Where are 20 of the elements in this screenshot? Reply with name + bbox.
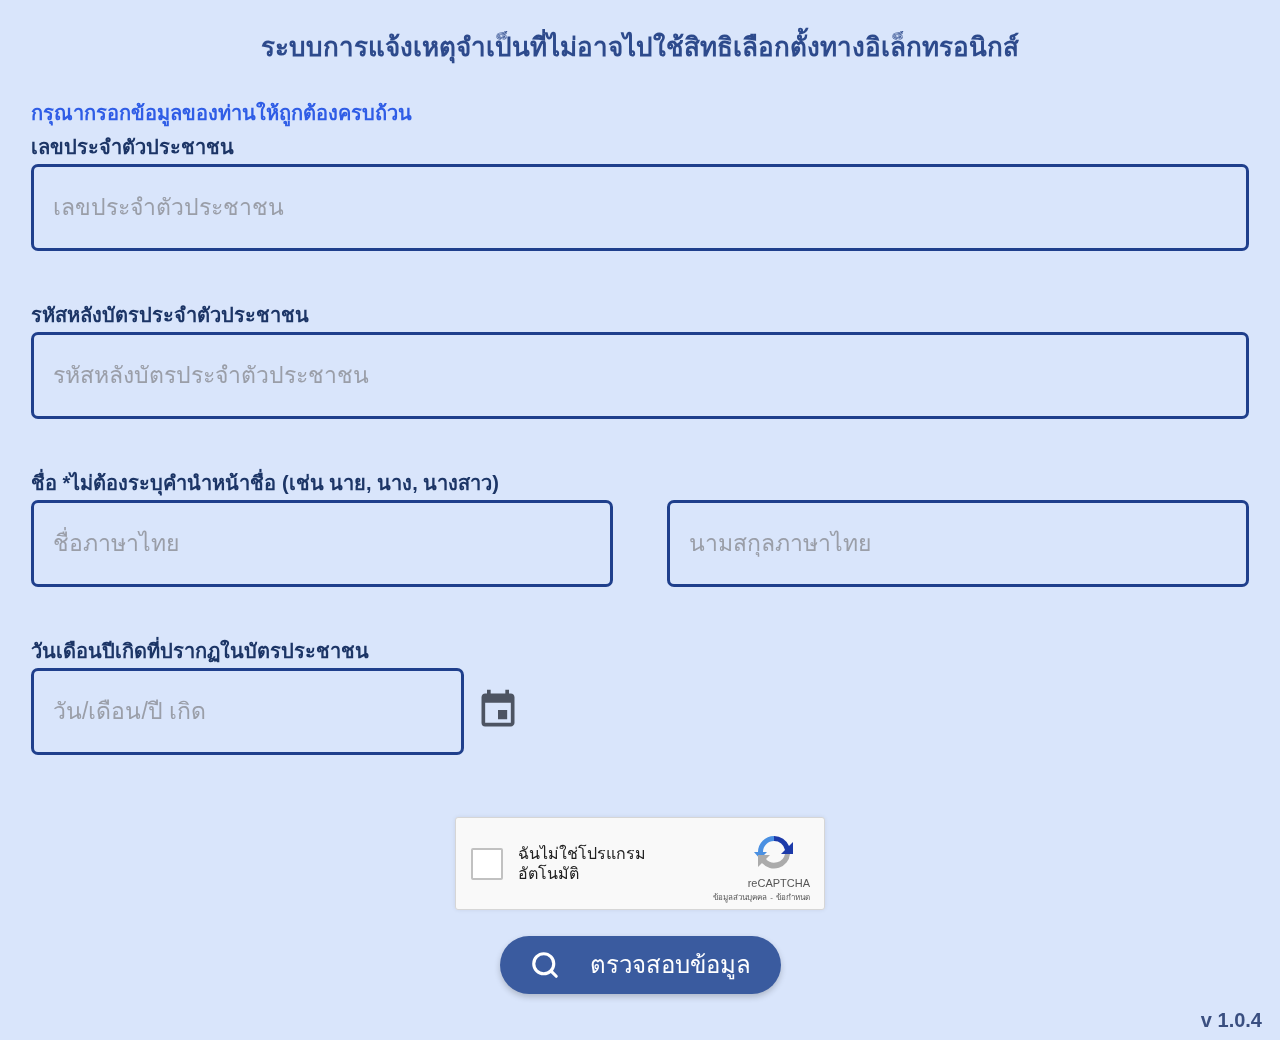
instruction-text: กรุณากรอกข้อมูลของท่านให้ถูกต้องครบถ้วน	[31, 99, 412, 127]
captcha-checkbox[interactable]	[471, 847, 503, 880]
field-label: รหัสหลังบัตรประจำตัวประชาชน	[31, 303, 309, 328]
text-field[interactable]: นามสกุลภาษาไทย	[667, 500, 1249, 587]
version-text: v 1.0.4	[1200, 1008, 1262, 1033]
page-title: ระบบการแจ้งเหตุจำเป็นที่ไม่อาจไปใช้สิทธิเลือกตั้งทางอิเล็กทรอนิกส์	[31, 29, 1249, 65]
link-separator: -	[770, 891, 773, 904]
text-field[interactable]: ชื่อภาษาไทย	[31, 500, 613, 587]
field-label: วันเดือนปีเกิดที่ปรากฏในบัตรประชาชน	[31, 637, 369, 665]
recaptcha-brand: reCAPTCHA	[747, 875, 810, 890]
field-label: เลขประจำตัวประชาชน	[31, 135, 234, 160]
field-label: ชื่อ *ไม่ต้องระบุคำนำหน้าชื่อ (เช่น นาย, นาง, นางสาว)	[31, 469, 499, 497]
text-field[interactable]: เลขประจำตัวประชาชน	[31, 164, 1249, 251]
captcha-link[interactable]: ข้อมูลส่วนบุคคล	[713, 891, 768, 904]
search-icon	[529, 950, 560, 980]
submit-button[interactable]: ตรวจสอบข้อมูล	[499, 936, 781, 994]
text-field[interactable]: วัน/เดือน/ปี เกิด	[31, 668, 464, 755]
text-field[interactable]: รหัสหลังบัตรประจำตัวประชาชน	[31, 332, 1249, 419]
captcha-label: ฉันไม่ใช่โปรแกรมอัตโนมัติ	[518, 843, 647, 884]
captcha-link[interactable]: ข้อกำหนด	[776, 891, 810, 904]
